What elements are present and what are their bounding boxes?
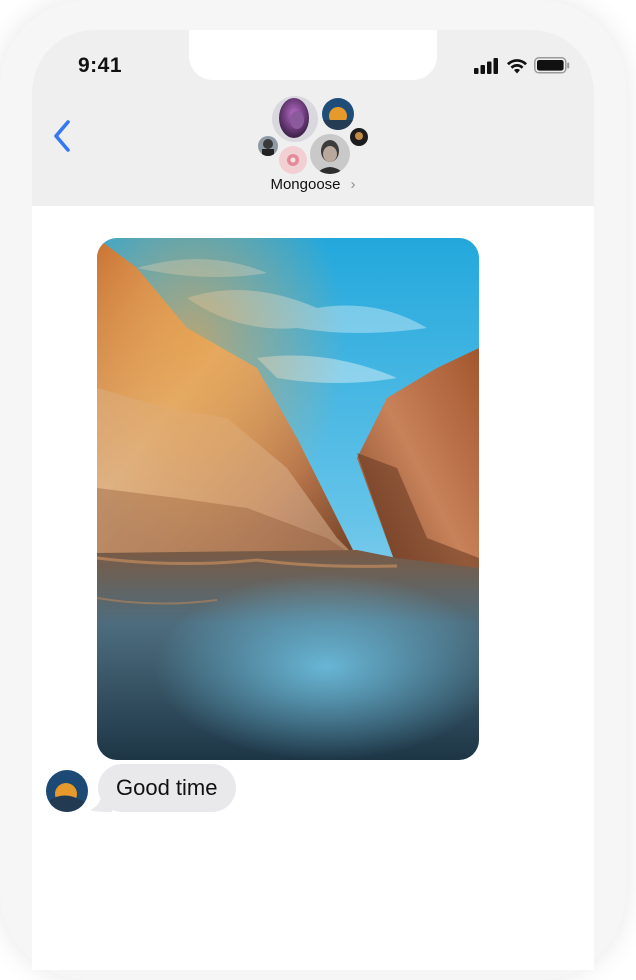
phone-frame: 9:41 Mongoose › Good time — [0, 0, 626, 980]
chevron-right-icon: › — [350, 176, 356, 193]
status-time: 9:41 — [78, 54, 123, 77]
status-icons — [474, 57, 570, 74]
cellular-signal-icon — [474, 57, 498, 74]
avatar-purple-woman — [270, 94, 320, 144]
screen: 9:41 Mongoose › Good time — [32, 30, 594, 970]
conversation-header: 9:41 Mongoose › — [32, 30, 594, 206]
group-name-row[interactable]: Mongoose › — [32, 176, 594, 193]
avatar-glasses-man — [256, 134, 280, 158]
group-avatar-cluster[interactable] — [256, 94, 372, 176]
wifi-icon — [507, 58, 527, 73]
notch — [189, 30, 437, 80]
avatar-man-portrait — [308, 132, 352, 176]
avatar-small-dark — [348, 126, 370, 148]
chevron-left-icon — [54, 120, 70, 152]
message-bubble[interactable]: Good time — [98, 764, 236, 812]
group-name: Mongoose — [270, 176, 341, 193]
avatar-sunset-bird — [320, 96, 356, 132]
canyon-photo-message[interactable] — [97, 238, 479, 760]
message-text: Good time — [116, 775, 218, 800]
sender-avatar[interactable] — [46, 770, 88, 812]
battery-icon — [534, 57, 570, 74]
avatar-pink-flower — [277, 144, 309, 176]
back-button[interactable] — [48, 116, 78, 156]
